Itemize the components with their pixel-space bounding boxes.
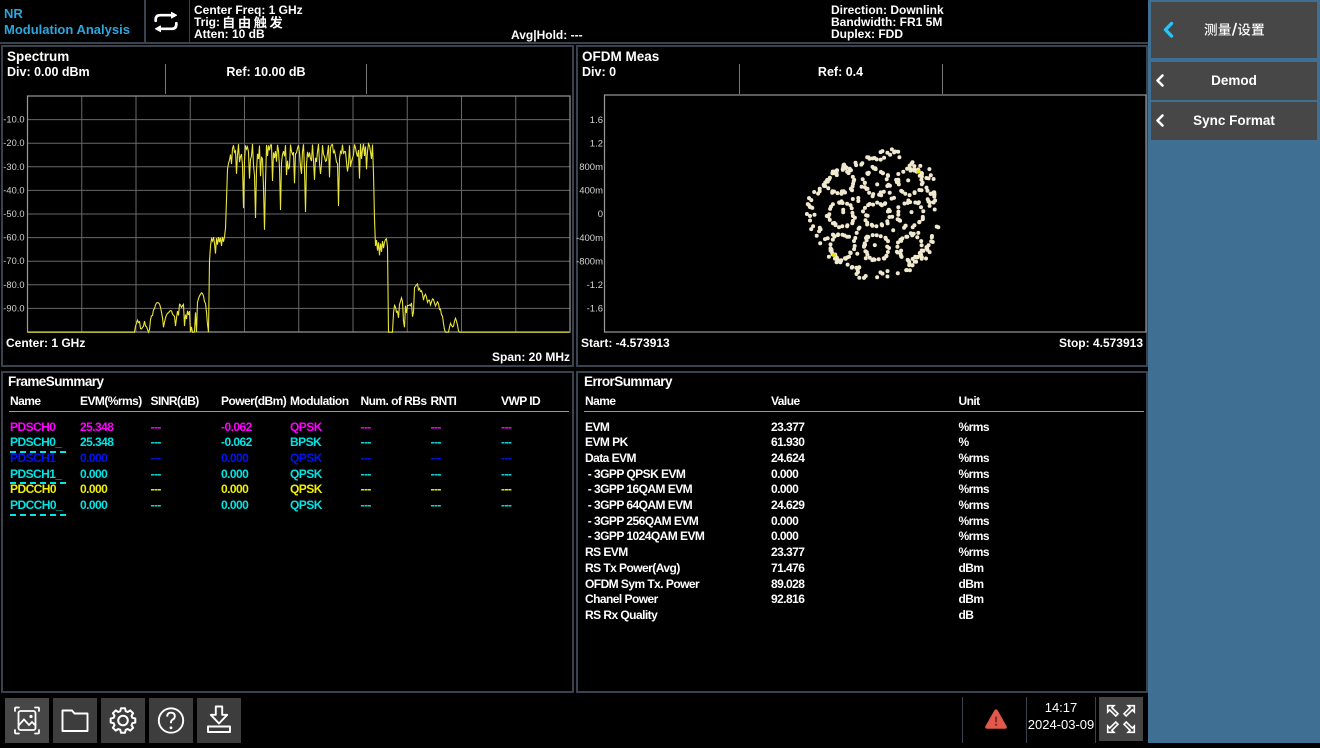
svg-text:-400m: -400m bbox=[576, 233, 603, 244]
svg-text:800m: 800m bbox=[579, 162, 603, 173]
svg-text:-800m: -800m bbox=[576, 256, 603, 267]
svg-text:-20.0: -20.0 bbox=[3, 138, 24, 148]
svg-text:-60.0: -60.0 bbox=[3, 233, 24, 243]
svg-text:-40.0: -40.0 bbox=[3, 185, 24, 195]
svg-text:-80.0: -80.0 bbox=[3, 280, 24, 290]
svg-text:-90.0: -90.0 bbox=[3, 303, 24, 313]
svg-text:-1.6: -1.6 bbox=[587, 303, 603, 314]
svg-text:-50.0: -50.0 bbox=[3, 209, 24, 219]
svg-text:-1.2: -1.2 bbox=[587, 280, 603, 291]
svg-text:1.6: 1.6 bbox=[590, 115, 603, 126]
svg-text:400m: 400m bbox=[579, 186, 603, 197]
svg-text:-10.0: -10.0 bbox=[3, 115, 24, 125]
svg-text:1.2: 1.2 bbox=[590, 139, 603, 150]
svg-text:-30.0: -30.0 bbox=[3, 162, 24, 172]
svg-text:0: 0 bbox=[598, 209, 603, 220]
svg-text:-70.0: -70.0 bbox=[3, 256, 24, 266]
